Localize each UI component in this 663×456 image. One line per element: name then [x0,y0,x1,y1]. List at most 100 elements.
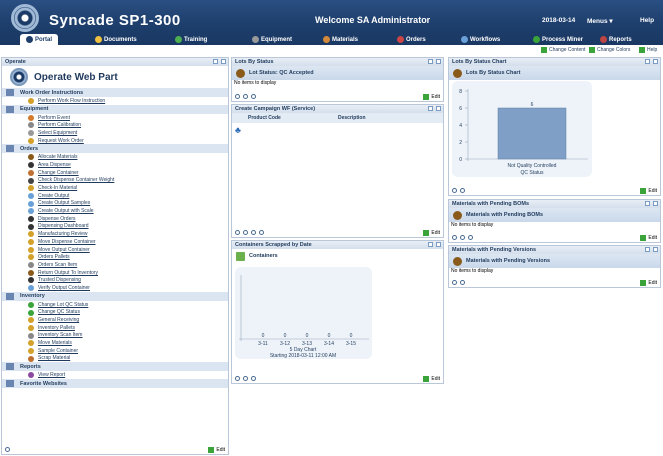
boms-edit-button[interactable]: Edit [640,235,657,241]
forward-icon[interactable] [243,94,248,99]
help-circle-icon[interactable] [251,376,256,381]
window-restore-icon[interactable] [428,106,433,111]
x-tick-label: 3-14 [324,341,334,347]
add-person-icon[interactable]: ♣ [232,123,443,135]
operate-link-perform-work-flow-instruction[interactable]: Perform Work Flow Instruction [2,97,228,105]
operate-link-perform-calibration[interactable]: Perform Calibration [2,121,228,129]
data-label: 0 [306,333,309,339]
operate-link-create-output-samples[interactable]: Create Output Samples [2,200,228,208]
operate-link-change-container[interactable]: Change Container [2,169,228,177]
help-circle-icon[interactable] [460,235,465,240]
operate-link-change-lot-qc-status[interactable]: Change Lot QC Status [2,301,228,309]
tab-equipment[interactable]: Equipment [252,34,292,45]
window-restore-icon[interactable] [645,201,650,206]
back-icon[interactable] [452,188,457,193]
tab-portal[interactable]: Portal [20,34,59,45]
operate-link-return-output-to-inventory[interactable]: Return Output To Inventory [2,269,228,277]
tab-orders[interactable]: Orders [397,34,426,45]
toolbar-help-button[interactable]: Help [639,47,657,53]
operate-link-dispense-orders[interactable]: Dispense Orders [2,215,228,223]
forward-icon[interactable] [243,376,248,381]
operate-link-orders-pallets[interactable]: Orders Pallets [2,253,228,261]
menus-dropdown[interactable]: Menus ▾ [587,17,613,25]
operate-link-change-qc-status[interactable]: Change QC Status [2,309,228,317]
operate-link-create-output[interactable]: Create Output [2,192,228,200]
lots-chart-edit-button[interactable]: Edit [640,188,657,194]
back-icon[interactable] [235,94,240,99]
back-icon[interactable] [452,235,457,240]
campaign-edit-button[interactable]: Edit [423,230,440,236]
operate-link-area-dispense[interactable]: Area Dispense [2,161,228,169]
operate-link-verify-output-container[interactable]: Verify Output Container [2,284,228,292]
tab-process-miner[interactable]: Process Miner [533,34,583,45]
help-circle-icon[interactable] [460,280,465,285]
refresh-icon[interactable] [5,447,10,452]
operate-edit-button[interactable]: Edit [208,447,225,453]
operate-link-manufacturing-review[interactable]: Manufacturing Review [2,230,228,238]
change-content-button[interactable]: Change Content [541,47,585,53]
edit-pencil-icon[interactable] [653,201,658,206]
tab-training[interactable]: Training [175,34,207,45]
bar-0[interactable] [497,107,567,160]
operate-link-move-materials[interactable]: Move Materials [2,339,228,347]
window-restore-icon[interactable] [645,247,650,252]
operate-link-perform-event[interactable]: Perform Event [2,114,228,122]
section-inventory[interactable]: Inventory [2,291,228,301]
help-circle-icon[interactable] [251,230,256,235]
containers-edit-button[interactable]: Edit [423,376,440,382]
operate-link-orders-scan-item[interactable]: Orders Scan Item [2,261,228,269]
operate-link-sample-container[interactable]: Sample Container [2,347,228,355]
operate-link-move-dispense-container[interactable]: Move Dispense Container [2,238,228,246]
change-colors-button[interactable]: Change Colors [589,47,630,53]
operate-link-dispensing-dashboard[interactable]: Dispensing Dashboard [2,223,228,231]
window-restore-icon[interactable] [428,242,433,247]
operate-link-create-output-with-scale[interactable]: Create Output with Scale [2,207,228,215]
operate-link-trusted-dispensing[interactable]: Trusted Dispensing [2,276,228,284]
operate-link-scrap-material[interactable]: Scrap Material [2,355,228,363]
tab-workflows[interactable]: Workflows [461,34,500,45]
operate-link-inventory-pallets[interactable]: Inventory Pallets [2,324,228,332]
operate-link-inventory-scan-item[interactable]: Inventory Scan Item [2,332,228,340]
tab-materials[interactable]: Materials [323,34,358,45]
operate-link-check-in-material[interactable]: Check-In Material [2,184,228,192]
section-reports[interactable]: Reports [2,362,228,372]
window-restore-icon[interactable] [213,59,218,64]
window-restore-icon[interactable] [645,59,650,64]
refresh-icon[interactable] [259,230,264,235]
refresh-icon[interactable] [460,188,465,193]
reports-icon [600,36,607,43]
containers-icon [236,251,245,261]
operate-link-move-output-container[interactable]: Move Output Container [2,246,228,254]
help-link[interactable]: Help [640,17,654,24]
edit-pencil-icon[interactable] [436,59,441,64]
forward-icon[interactable] [243,230,248,235]
back-icon[interactable] [235,376,240,381]
back-icon[interactable] [235,230,240,235]
tab-reports[interactable]: Reports [600,34,632,45]
refresh-icon[interactable] [251,94,256,99]
edit-pencil-icon[interactable] [436,242,441,247]
section-equipment[interactable]: Equipment [2,104,228,114]
operate-link-select-equipment[interactable]: Select Equipment [2,129,228,137]
operate-link-allocate-materials[interactable]: Allocate Materials [2,153,228,161]
back-icon[interactable] [452,280,457,285]
edit-pencil-icon[interactable] [436,106,441,111]
tab-documents[interactable]: Documents [95,34,137,45]
edit-pencil-icon[interactable] [653,247,658,252]
refresh-icon[interactable] [468,235,473,240]
edit-pencil-icon[interactable] [653,59,658,64]
section-orders[interactable]: Orders [2,144,228,154]
versions-edit-button[interactable]: Edit [640,280,657,286]
operate-link-view-report[interactable]: View Report [2,371,228,379]
edit-pencil-icon[interactable] [221,59,226,64]
operate-link-general-receiving[interactable]: General Receiving [2,316,228,324]
lots-status-edit-button[interactable]: Edit [423,94,440,100]
operate-link-request-work-order[interactable]: Request Work Order [2,137,228,145]
section-favorite-websites[interactable]: Favorite Websites [2,379,228,388]
section-work-order-instructions[interactable]: Work Order Instructions [2,88,228,97]
operate-link-check-dispense-container-weight[interactable]: Check Dispense Container Weight [2,177,228,185]
operate-panel-header: Operate [2,58,228,66]
operate-item-icon [28,215,34,222]
window-restore-icon[interactable] [428,59,433,64]
tab-label: Reports [609,36,632,43]
